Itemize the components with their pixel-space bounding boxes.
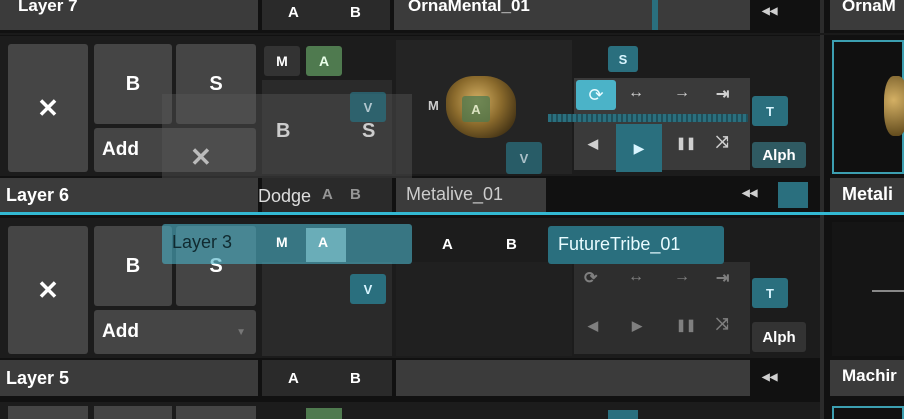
layer6-selected-line [0,212,904,215]
layer6-play-button[interactable]: ▶ [616,124,662,172]
divider-right [820,0,824,419]
bottom-a-stub [306,408,342,419]
layer5-back-icon[interactable]: ◀ [588,318,598,334]
end-icon[interactable]: ⇥ [716,84,729,104]
back-icon[interactable]: ◀ [588,136,598,152]
layer5-end-icon[interactable]: ⇥ [716,268,729,288]
layer6-right-thumb [884,76,904,136]
layer6-mask-button[interactable]: M [264,46,300,76]
drag-ghost-m: M [276,234,288,250]
layer5-name[interactable]: Layer 5 [6,364,69,392]
drag-ghost-a: A [318,234,329,250]
layer5-clip-name: FutureTribe_01 [558,234,681,254]
layer5-b-button[interactable]: B [506,236,517,253]
play-icon: ▶ [633,139,645,156]
layer7-ab-bar [262,0,390,30]
layer5-name-a[interactable]: A [288,370,299,387]
layer5-blend-mode-label: Add [102,321,139,342]
bottom-s-tag-stub [608,410,638,419]
layer5-play-icon[interactable]: ▶ [632,318,642,334]
layer6-a-button[interactable]: A [322,186,333,203]
layer6-blend-mode-label: Add [102,139,139,160]
layer6-loop-button[interactable]: ⟳ [576,80,616,110]
chevron-down-icon: ▼ [236,326,246,338]
ghost-b-label: B [276,120,291,142]
layer6-close-button[interactable]: ✕ [8,44,88,172]
layer5-forward-icon[interactable]: → [674,268,690,286]
layer5-clip-bar [396,360,750,396]
layer6-clip-name[interactable]: Metalive_01 [406,184,503,205]
layer6-dodge-label[interactable]: Dodge [258,186,311,207]
bounce-icon[interactable]: ↔ [628,84,644,102]
layer7-progress [652,0,658,30]
layer5-t-button[interactable]: T [752,278,788,308]
layer6-right-clip-name[interactable]: Metali [842,184,893,205]
bottom-close-stub [8,406,88,419]
layer5-right-thumb[interactable] [832,222,904,356]
layer5-shuffle-icon[interactable]: ⤨ [716,316,729,334]
layer5-loop-icon[interactable]: ⟳ [584,268,597,288]
layer6-alph-button[interactable]: Alph [752,142,806,168]
layer7-b-button[interactable]: B [350,4,361,21]
shuffle-icon[interactable]: ⤨ [716,134,729,152]
loop-icon: ⟳ [588,84,604,105]
layer5-thumbnail-area [396,262,572,356]
layer7-a-button[interactable]: A [288,4,299,21]
layer6-position-bar[interactable] [548,114,748,122]
layer6-name[interactable]: Layer 6 [6,180,69,210]
layer7-name[interactable]: Layer 7 [18,0,78,18]
layer6-b-button[interactable]: B [350,186,361,203]
layer7-clip-name[interactable]: OrnaMental_01 [408,0,530,16]
bottom-s-stub [176,406,256,419]
drag-ghost-name: Layer 3 [172,232,233,252]
ghost-a-label: A [462,96,490,122]
pause-icon[interactable]: ❚❚ [676,136,696,150]
layer5-bypass-button[interactable]: B [94,226,172,306]
layer5-a-button[interactable]: A [442,236,453,253]
layer6-bypass-button[interactable]: B [94,44,172,124]
layer5-right-thumb-line [872,290,904,292]
layer5-name-b[interactable]: B [350,370,361,387]
layer5-ab-bar [262,360,392,396]
layer6-t-button[interactable]: T [752,96,788,126]
ghost-v-button: V [350,92,386,122]
layer5-pause-icon[interactable]: ❚❚ [676,318,696,332]
layer5-close-button[interactable]: ✕ [8,226,88,354]
bottom-b-stub [94,406,172,419]
layer5-v-button[interactable]: V [350,274,386,304]
layer5-blend-mode-select[interactable]: Add ▼ [94,310,256,354]
layer-separator [0,33,904,35]
layer7-right-clip-name[interactable]: OrnaM [842,0,896,16]
layer5-alph-button[interactable]: Alph [752,322,806,352]
layer6-prev-icon[interactable]: ◀◀ [742,188,757,199]
layer6-alpha-button[interactable]: A [306,46,342,76]
ghost-s-label: S [362,120,376,142]
layer5-bounce-icon[interactable]: ↔ [628,268,644,286]
layer7-prev-icon[interactable]: ◀◀ [762,6,777,17]
ghost-v2-button: V [506,142,542,174]
layer6-nav-box[interactable] [778,182,808,208]
bottom-right-thumb-frame [832,406,904,419]
ghost-m-label: M [428,98,439,113]
layer5-right-clip-name[interactable]: Machir [842,366,897,386]
forward-icon[interactable]: → [674,84,690,102]
ghost-close-icon: ✕ [190,142,212,172]
layer5-next-icon[interactable]: ◀◀ [762,372,777,383]
layer6-s-tag[interactable]: S [608,46,638,72]
